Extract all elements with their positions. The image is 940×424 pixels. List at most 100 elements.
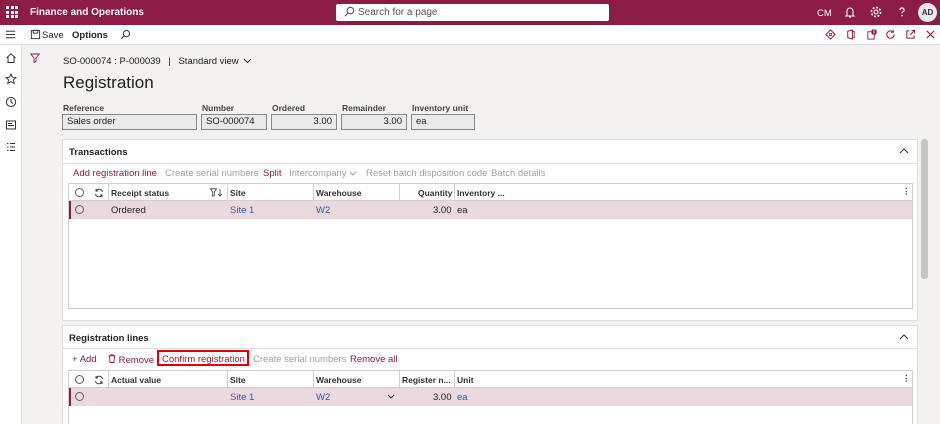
ordered-label: Ordered bbox=[272, 103, 306, 113]
col-site[interactable]: Site bbox=[230, 188, 246, 198]
batch-details-button[interactable]: Batch details bbox=[491, 168, 545, 179]
chevron-up-icon[interactable] bbox=[899, 148, 909, 154]
intercompany-label: Intercompany bbox=[289, 168, 347, 179]
search-icon[interactable] bbox=[120, 29, 131, 40]
search-box[interactable]: Search for a page bbox=[336, 4, 609, 21]
filter-icon[interactable] bbox=[30, 53, 40, 63]
action-bar: Save Options 0 bbox=[0, 25, 940, 45]
refresh-icon[interactable] bbox=[94, 375, 104, 385]
breadcrumb-separator: | bbox=[168, 56, 171, 67]
search-placeholder: Search for a page bbox=[358, 7, 438, 18]
quantity-cell: 3.00 bbox=[433, 205, 452, 216]
register-n-cell[interactable]: 3.00 bbox=[433, 392, 452, 403]
clock-icon[interactable] bbox=[5, 96, 17, 108]
remainder-label: Remainder bbox=[342, 103, 386, 113]
col-actual-value[interactable]: Actual value bbox=[111, 375, 161, 385]
warehouse-cell[interactable]: W2 bbox=[316, 392, 330, 403]
grid-header: Actual value Site Warehouse Register n..… bbox=[69, 371, 912, 388]
plus-icon: + bbox=[72, 354, 78, 365]
workspaces-icon[interactable] bbox=[5, 119, 17, 131]
registration-lines-title[interactable]: Registration lines bbox=[69, 333, 149, 344]
col-unit[interactable]: Unit bbox=[457, 375, 474, 385]
inventory-unit-field[interactable]: ea bbox=[411, 114, 475, 130]
number-field[interactable]: SO-000074 bbox=[201, 114, 267, 130]
split-button[interactable]: Split bbox=[263, 168, 281, 179]
row-select-radio[interactable] bbox=[75, 205, 84, 214]
add-button[interactable]: + Add bbox=[72, 354, 97, 365]
chevron-down-icon bbox=[349, 171, 357, 176]
add-registration-line-button[interactable]: Add registration line bbox=[73, 168, 157, 179]
open-new-window-icon[interactable] bbox=[905, 29, 916, 40]
filter-sort-icon[interactable] bbox=[210, 188, 223, 197]
bell-icon[interactable] bbox=[843, 5, 857, 19]
avatar[interactable]: AD bbox=[918, 3, 937, 22]
star-icon[interactable] bbox=[5, 73, 17, 85]
intercompany-button[interactable]: Intercompany bbox=[289, 168, 357, 179]
col-register-n[interactable]: Register n... bbox=[402, 375, 451, 385]
page-title: Registration bbox=[63, 73, 154, 92]
reference-field[interactable]: Sales order bbox=[62, 114, 197, 130]
col-warehouse[interactable]: Warehouse bbox=[316, 375, 362, 385]
home-icon[interactable] bbox=[5, 52, 17, 64]
col-receipt-status[interactable]: Receipt status bbox=[111, 188, 169, 198]
transactions-title[interactable]: Transactions bbox=[69, 147, 128, 158]
options-button[interactable]: Options bbox=[72, 30, 108, 41]
add-label: Add bbox=[79, 354, 97, 365]
attachments-icon[interactable]: 0 bbox=[866, 29, 877, 40]
registration-lines-grid: Actual value Site Warehouse Register n..… bbox=[68, 370, 913, 424]
site-cell[interactable]: Site 1 bbox=[230, 205, 254, 216]
confirm-registration-highlight bbox=[157, 350, 249, 366]
close-icon[interactable] bbox=[925, 29, 936, 40]
modules-icon[interactable] bbox=[5, 141, 17, 153]
diamond-icon[interactable] bbox=[825, 29, 836, 40]
left-nav bbox=[0, 45, 22, 424]
more-options-icon[interactable]: ⋮ bbox=[902, 186, 911, 197]
inventory-unit-label: Inventory unit bbox=[412, 103, 469, 113]
chevron-down-icon[interactable] bbox=[243, 58, 252, 64]
gear-icon[interactable] bbox=[869, 5, 883, 19]
ordered-field[interactable]: 3.00 bbox=[271, 114, 337, 130]
more-options-icon[interactable]: ⋮ bbox=[902, 373, 911, 384]
reset-batch-disposition-button[interactable]: Reset batch disposition code bbox=[366, 168, 487, 179]
hamburger-icon[interactable] bbox=[5, 29, 16, 40]
table-row[interactable]: Ordered Site 1 W2 3.00 ea bbox=[69, 201, 912, 219]
chevron-up-icon[interactable] bbox=[899, 334, 909, 340]
scrollbar[interactable] bbox=[921, 139, 928, 279]
view-selector[interactable]: Standard view bbox=[178, 56, 238, 67]
select-all-radio[interactable] bbox=[75, 188, 84, 197]
breadcrumb: SO-000074 : P-000039 | Standard view bbox=[63, 56, 252, 67]
save-icon[interactable] bbox=[30, 29, 41, 40]
app-title[interactable]: Finance and Operations bbox=[30, 7, 144, 18]
warehouse-cell[interactable]: W2 bbox=[316, 205, 330, 216]
remove-button[interactable]: Remove bbox=[108, 354, 154, 366]
create-serial-numbers-button[interactable]: Create serial numbers bbox=[165, 168, 258, 179]
help-icon[interactable] bbox=[895, 5, 909, 19]
site-cell[interactable]: Site 1 bbox=[230, 392, 254, 403]
refresh-icon[interactable] bbox=[94, 188, 104, 198]
save-button[interactable]: Save bbox=[42, 30, 64, 41]
office-icon[interactable] bbox=[845, 29, 856, 40]
unit-cell[interactable]: ea bbox=[457, 392, 468, 403]
remove-label: Remove bbox=[118, 355, 155, 366]
create-serial-numbers-button-2[interactable]: Create serial numbers bbox=[253, 354, 346, 365]
chevron-down-icon[interactable] bbox=[387, 394, 395, 399]
table-row[interactable]: Site 1 W2 3.00 ea bbox=[69, 388, 912, 406]
col-inventory[interactable]: Inventory ... bbox=[457, 188, 505, 198]
remove-all-button[interactable]: Remove all bbox=[350, 354, 398, 365]
col-warehouse[interactable]: Warehouse bbox=[316, 188, 362, 198]
company-picker[interactable]: CM bbox=[817, 8, 832, 19]
reference-label: Reference bbox=[63, 103, 105, 113]
search-icon bbox=[344, 6, 355, 17]
app-launcher-icon[interactable] bbox=[6, 6, 18, 18]
row-select-radio[interactable] bbox=[75, 392, 84, 401]
record-id: SO-000074 : P-000039 bbox=[63, 56, 161, 67]
refresh-icon[interactable] bbox=[885, 29, 896, 40]
col-site[interactable]: Site bbox=[230, 375, 246, 385]
transactions-grid: Receipt status Site Warehouse Quantity I… bbox=[68, 183, 913, 309]
top-bar: Finance and Operations Search for a page… bbox=[0, 0, 940, 25]
remainder-field[interactable]: 3.00 bbox=[341, 114, 407, 130]
select-all-radio[interactable] bbox=[75, 375, 84, 384]
grid-header: Receipt status Site Warehouse Quantity I… bbox=[69, 184, 912, 201]
trash-icon bbox=[108, 354, 116, 363]
col-quantity[interactable]: Quantity bbox=[418, 188, 452, 198]
